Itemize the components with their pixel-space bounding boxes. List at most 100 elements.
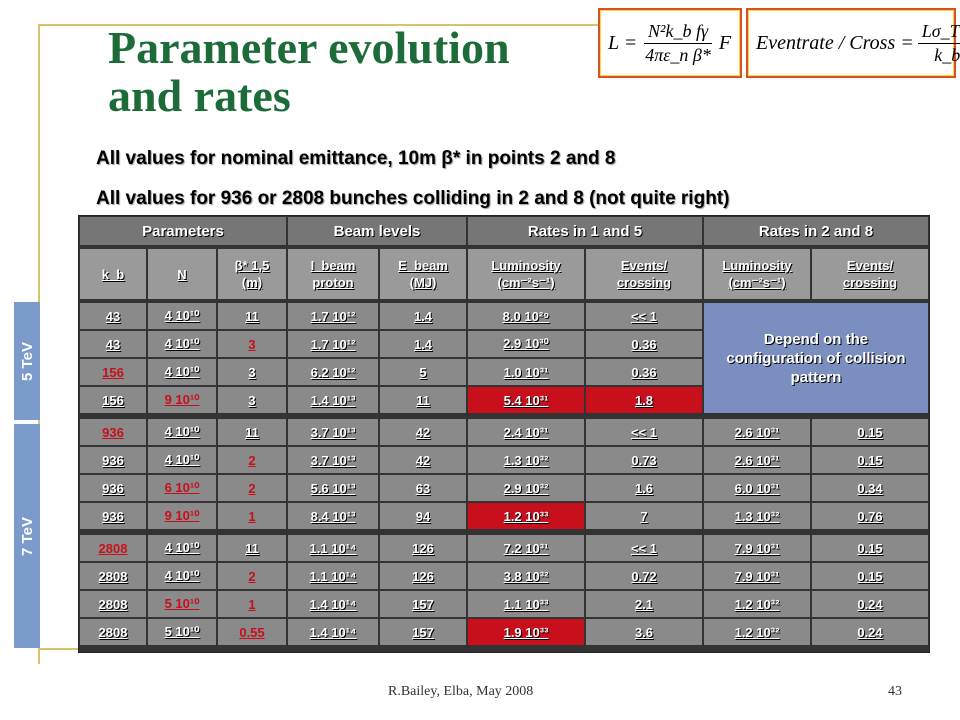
cell-value: 42 bbox=[415, 424, 431, 440]
column-header-line1: E_beam bbox=[398, 258, 448, 273]
table-cell: 3 bbox=[218, 331, 286, 357]
table-cell: 6.2 10¹² bbox=[288, 359, 378, 385]
cell-value: 4 10¹⁰ bbox=[164, 364, 200, 379]
cell-value: 4 10¹⁰ bbox=[164, 424, 200, 439]
table-cell: 4 10¹⁰ bbox=[148, 447, 216, 473]
table-cell: 2 bbox=[218, 475, 286, 501]
table-cell: 9 10¹⁰ bbox=[148, 387, 216, 413]
table-cell: 1.4 bbox=[380, 331, 466, 357]
column-header-line1: I_beam bbox=[310, 258, 356, 273]
table-cell: 156 bbox=[80, 387, 146, 413]
cell-value: 2808 bbox=[98, 540, 128, 556]
luminosity-formula: L = N²k_b fγ 4πε_n β* F bbox=[598, 8, 742, 78]
table-cell: 1.3 10³² bbox=[468, 447, 584, 473]
subtitle-bunches: All values for 936 or 2808 bunches colli… bbox=[96, 188, 730, 209]
cell-value: 3 bbox=[248, 336, 256, 352]
cell-value: 5 10¹⁰ bbox=[164, 596, 200, 611]
cell-value: 4 10¹⁰ bbox=[164, 452, 200, 467]
column-header-line2: (MJ) bbox=[409, 275, 437, 290]
table-cell: 936 bbox=[80, 503, 146, 529]
table-cell: 2 bbox=[218, 563, 286, 589]
cell-value: 4 10¹⁰ bbox=[164, 568, 200, 583]
table-cell: 1.4 10¹³ bbox=[288, 387, 378, 413]
table-cell: 0.76 bbox=[812, 503, 928, 529]
cell-value: 126 bbox=[412, 568, 434, 584]
table-cell: 1.2 10³³ bbox=[468, 503, 584, 529]
table-cell: 1 bbox=[218, 591, 286, 617]
parameter-table: Parameters Beam levels Rates in 1 and 5 Rat… bbox=[78, 215, 930, 653]
cell-value: 43 bbox=[105, 336, 121, 352]
table-cell: << 1 bbox=[586, 419, 702, 445]
table-cell: 126 bbox=[380, 563, 466, 589]
table-cell: 0.72 bbox=[586, 563, 702, 589]
column-header-line2: (cm⁻²s⁻¹) bbox=[497, 275, 555, 290]
cell-value: 7 bbox=[640, 508, 648, 524]
cell-value: 0.36 bbox=[631, 364, 657, 380]
cell-value: 936 bbox=[102, 452, 124, 468]
column-header-line2: (m) bbox=[241, 275, 263, 290]
table-cell: 0.15 bbox=[812, 563, 928, 589]
column-header-line1: Luminosity bbox=[491, 258, 561, 273]
cell-value: 1.4 10¹³ bbox=[310, 392, 356, 408]
table-cell: 2.9 10³² bbox=[468, 475, 584, 501]
cell-value: 0.15 bbox=[857, 568, 883, 584]
cell-value: 94 bbox=[415, 508, 431, 524]
cell-value: << 1 bbox=[630, 308, 658, 324]
cell-value: 1.1 10¹⁴ bbox=[309, 568, 357, 584]
cell-value: 2.6 10³¹ bbox=[734, 424, 780, 440]
table-cell: 1.4 10¹⁴ bbox=[288, 619, 378, 645]
table-cell: 0.36 bbox=[586, 359, 702, 385]
table-cell: 2808 bbox=[80, 563, 146, 589]
slide-frame-bottom bbox=[38, 648, 78, 650]
group-header: Beam levels bbox=[288, 217, 466, 245]
cell-value: 2 bbox=[248, 452, 256, 468]
cell-value: 1.1 10¹⁴ bbox=[309, 540, 357, 556]
cell-value: 157 bbox=[412, 596, 434, 612]
cell-value: 9 10¹⁰ bbox=[164, 392, 200, 407]
cell-value: 1.0 10³¹ bbox=[503, 364, 549, 380]
cell-value: 0.55 bbox=[239, 624, 265, 640]
table-cell: 1.1 10¹⁴ bbox=[288, 563, 378, 589]
table-cell: 63 bbox=[380, 475, 466, 501]
formula-lhs: Eventrate / Cross = bbox=[756, 31, 914, 54]
cell-value: 6.2 10¹² bbox=[310, 364, 356, 380]
cell-value: 0.73 bbox=[631, 452, 657, 468]
table-cell: 0.24 bbox=[812, 591, 928, 617]
table-cell: 4 10¹⁰ bbox=[148, 563, 216, 589]
table-cell: 3.7 10¹³ bbox=[288, 447, 378, 473]
cell-value: 5 10¹⁰ bbox=[164, 624, 200, 639]
table-cell: 0.55 bbox=[218, 619, 286, 645]
cell-value: 156 bbox=[102, 364, 124, 380]
column-header: k_b bbox=[80, 249, 146, 299]
table-cell: 1.4 10¹⁴ bbox=[288, 591, 378, 617]
side-label-text: 5 TeV bbox=[18, 341, 36, 381]
cell-value: 1.7 10¹² bbox=[310, 308, 356, 324]
cell-value: 3.7 10¹³ bbox=[310, 424, 356, 440]
table-cell: 1.9 10³³ bbox=[468, 619, 584, 645]
cell-value: 936 bbox=[102, 480, 124, 496]
column-header-line1: Luminosity bbox=[722, 258, 792, 273]
cell-value: 4 10¹⁰ bbox=[164, 336, 200, 351]
table-cell: 4 10¹⁰ bbox=[148, 303, 216, 329]
cell-value: 1.1 10³³ bbox=[503, 596, 549, 612]
table-cell: 43 bbox=[80, 303, 146, 329]
table-cell: 42 bbox=[380, 419, 466, 445]
column-header-line2: proton bbox=[312, 275, 354, 290]
column-header-line1: β* 1,5 bbox=[234, 258, 270, 273]
cell-value: 1.6 bbox=[634, 480, 654, 496]
cell-value: 1.2 10³² bbox=[734, 596, 780, 612]
table-cell: 1.2 10³² bbox=[704, 619, 810, 645]
table-cell: 11 bbox=[218, 303, 286, 329]
cell-value: 3 bbox=[248, 392, 256, 408]
cell-value: 5.4 10³¹ bbox=[503, 392, 549, 408]
table-cell: 11 bbox=[218, 535, 286, 561]
table-cell: 3 bbox=[218, 387, 286, 413]
table-cell: 1.3 10³² bbox=[704, 503, 810, 529]
table-cell: 1.7 10¹² bbox=[288, 331, 378, 357]
cell-value: 1.3 10³² bbox=[734, 508, 780, 524]
table-cell: 4 10¹⁰ bbox=[148, 419, 216, 445]
formula-numerator: Lσ_TOT bbox=[917, 21, 960, 44]
cell-value: 7.9 10³¹ bbox=[734, 540, 780, 556]
cell-value: 11 bbox=[245, 540, 259, 556]
cell-value: 2808 bbox=[98, 596, 128, 612]
